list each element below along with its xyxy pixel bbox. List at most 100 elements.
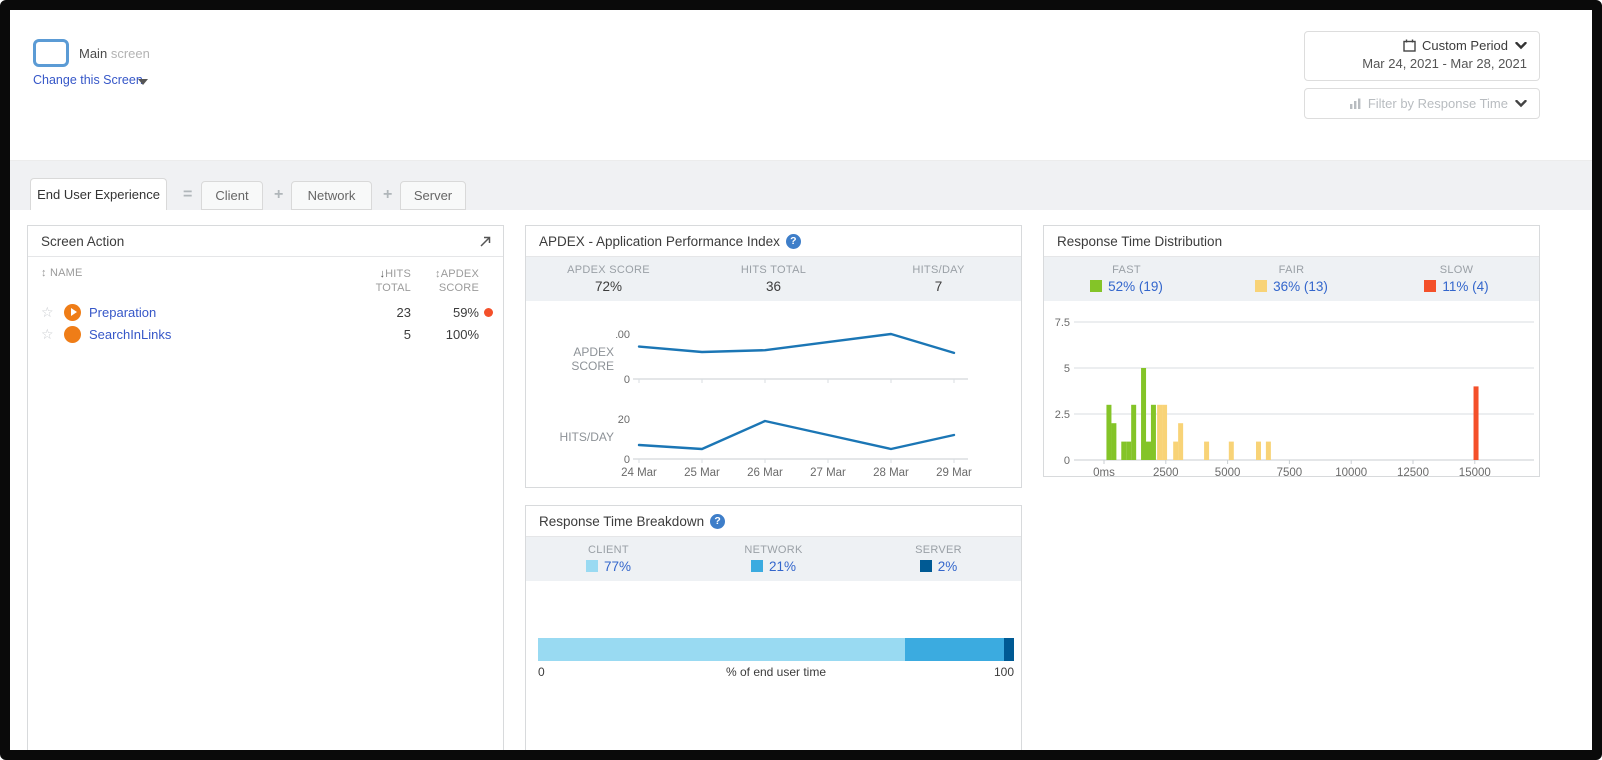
slow-stat-link[interactable]: 11% (4) bbox=[1424, 279, 1488, 294]
svg-text:0: 0 bbox=[1064, 455, 1070, 467]
filter-response-time-button[interactable]: Filter by Response Time bbox=[1304, 88, 1540, 119]
svg-text:10000: 10000 bbox=[1335, 467, 1367, 479]
apdex-panel-title: APDEX - Application Performance Index bbox=[539, 234, 780, 249]
client-swatch-icon bbox=[586, 560, 598, 572]
stat-label: APDEX SCORE bbox=[567, 264, 650, 276]
favorite-star-icon[interactable]: ☆ bbox=[41, 326, 56, 343]
filter-response-time-label: Filter by Response Time bbox=[1368, 96, 1508, 111]
svg-text:0ms: 0ms bbox=[1093, 467, 1115, 479]
custom-period-button[interactable]: Custom Period Mar 24, 2021 - Mar 28, 202… bbox=[1304, 31, 1540, 81]
svg-text:24 Mar: 24 Mar bbox=[621, 467, 657, 479]
svg-text:15000: 15000 bbox=[1459, 467, 1491, 479]
breakdown-segment-client bbox=[538, 638, 905, 661]
screen-title: Main screen bbox=[79, 46, 150, 61]
fair-swatch-icon bbox=[1255, 280, 1267, 292]
axis-max-label: 100 bbox=[994, 665, 1014, 679]
svg-text:12500: 12500 bbox=[1397, 467, 1429, 479]
stat-label: SERVER bbox=[915, 544, 962, 556]
svg-text:5000: 5000 bbox=[1215, 467, 1241, 479]
svg-text:7.5: 7.5 bbox=[1055, 317, 1070, 329]
screen-type-suffix: screen bbox=[111, 46, 150, 61]
slow-swatch-icon bbox=[1424, 280, 1436, 292]
fast-stat-link[interactable]: 52% (19) bbox=[1090, 279, 1163, 294]
action-play-circle-icon bbox=[64, 304, 81, 321]
breakdown-axis: 0 % of end user time 100 bbox=[538, 665, 1014, 679]
fast-swatch-icon bbox=[1090, 280, 1102, 292]
response-time-breakdown-panel: Response Time Breakdown ? CLIENT 77% NET… bbox=[525, 505, 1022, 755]
tab-separator-plus: + bbox=[274, 186, 283, 204]
svg-text:2.5: 2.5 bbox=[1055, 409, 1070, 421]
fair-stat-link[interactable]: 36% (13) bbox=[1255, 279, 1328, 294]
apdex-stats-row: APDEX SCORE 72% HITS TOTAL 36 HITS/DAY 7 bbox=[526, 257, 1021, 301]
tab-separator-plus: + bbox=[383, 186, 392, 204]
hits-per-day-stat: 7 bbox=[935, 279, 943, 294]
svg-text:29 Mar: 29 Mar bbox=[936, 467, 972, 479]
tab-network[interactable]: Network bbox=[291, 181, 372, 210]
svg-text:7500: 7500 bbox=[1277, 467, 1303, 479]
svg-text:27 Mar: 27 Mar bbox=[810, 467, 846, 479]
axis-title: % of end user time bbox=[538, 665, 1014, 679]
breakdown-segment-server bbox=[1004, 638, 1014, 661]
screen-action-title: Screen Action bbox=[41, 234, 124, 249]
network-stat-link[interactable]: 21% bbox=[751, 559, 796, 574]
svg-text:0: 0 bbox=[624, 374, 630, 386]
svg-text:5: 5 bbox=[1064, 363, 1070, 375]
expand-panel-icon[interactable] bbox=[477, 234, 491, 248]
stat-label: HITS TOTAL bbox=[741, 264, 806, 276]
custom-period-label: Custom Period bbox=[1422, 38, 1508, 53]
hits-per-day-line-chart: 02024 Mar25 Mar26 Mar27 Mar28 Mar29 Mar bbox=[616, 414, 1016, 497]
dashlet-tab-strip: End User Experience = Client + Network +… bbox=[10, 160, 1592, 210]
hits-total-stat: 36 bbox=[766, 279, 781, 294]
screen-thumbnail-icon bbox=[33, 39, 69, 67]
tab-end-user-experience[interactable]: End User Experience bbox=[30, 178, 167, 210]
server-stat-link[interactable]: 2% bbox=[920, 559, 958, 574]
help-icon[interactable]: ? bbox=[710, 514, 725, 529]
response-time-distribution-panel: Response Time Distribution FAST 52% (19)… bbox=[1043, 225, 1540, 477]
custom-period-range: Mar 24, 2021 - Mar 28, 2021 bbox=[1315, 56, 1527, 71]
screen-action-link[interactable]: SearchInLinks bbox=[89, 327, 171, 342]
tab-server[interactable]: Server bbox=[400, 181, 466, 210]
stat-label: CLIENT bbox=[588, 544, 629, 556]
column-header-hits-total[interactable]: ↓HITS TOTAL bbox=[365, 267, 411, 295]
apdex-score-value: 59% bbox=[423, 305, 479, 320]
apdex-score-line-chart: 0100 bbox=[616, 328, 1016, 391]
screen-action-column-headers: ↕ NAME ↓HITS TOTAL ↕APDEX SCORE bbox=[28, 257, 503, 301]
calendar-icon bbox=[1403, 39, 1416, 52]
stat-label: SLOW bbox=[1440, 264, 1474, 276]
sort-both-icon: ↕ bbox=[41, 267, 47, 279]
svg-text:26 Mar: 26 Mar bbox=[747, 467, 783, 479]
column-header-apdex-score[interactable]: ↕APDEX SCORE bbox=[423, 267, 479, 295]
svg-text:25 Mar: 25 Mar bbox=[684, 467, 720, 479]
apdex-score-row-label: APDEX SCORE bbox=[534, 345, 614, 373]
header-bar: Main screen Change this Screen Custom Pe… bbox=[10, 10, 1592, 160]
column-header-name[interactable]: ↕ NAME bbox=[41, 267, 365, 279]
help-icon[interactable]: ? bbox=[786, 234, 801, 249]
low-apdex-dot-icon bbox=[479, 308, 493, 317]
screen-action-link[interactable]: Preparation bbox=[89, 305, 156, 320]
chevron-down-icon bbox=[1515, 100, 1527, 108]
apdex-score-value: 100% bbox=[423, 327, 479, 342]
response-time-histogram: 02.557.50ms250050007500100001250015000 bbox=[1044, 311, 1541, 491]
client-stat-link[interactable]: 77% bbox=[586, 559, 631, 574]
network-swatch-icon bbox=[751, 560, 763, 572]
screenshot-frame: Main screen Change this Screen Custom Pe… bbox=[0, 0, 1602, 760]
breakdown-stacked-bar bbox=[538, 638, 1014, 661]
table-row[interactable]: ☆ SearchInLinks 5 100% bbox=[28, 323, 503, 345]
hits-total-value: 23 bbox=[365, 305, 411, 320]
dashboard-page: Main screen Change this Screen Custom Pe… bbox=[10, 10, 1592, 750]
change-screen-link[interactable]: Change this Screen bbox=[33, 73, 143, 87]
bar-chart-icon bbox=[1349, 98, 1362, 110]
stat-label: HITS/DAY bbox=[912, 264, 964, 276]
breakdown-stats-row: CLIENT 77% NETWORK 21% SERVER 2% bbox=[526, 537, 1021, 581]
stat-label: NETWORK bbox=[744, 544, 802, 556]
distribution-stats-row: FAST 52% (19) FAIR 36% (13) SLOW 11% (4) bbox=[1044, 257, 1539, 301]
table-row[interactable]: ☆ Preparation 23 59% bbox=[28, 301, 503, 323]
action-circle-icon bbox=[64, 326, 81, 343]
favorite-star-icon[interactable]: ☆ bbox=[41, 304, 56, 321]
tab-client[interactable]: Client bbox=[201, 181, 263, 210]
svg-text:20: 20 bbox=[618, 414, 630, 426]
screen-type-label: Main bbox=[79, 46, 107, 61]
breakdown-segment-network bbox=[905, 638, 1005, 661]
change-screen-caret-icon[interactable] bbox=[138, 79, 148, 85]
breakdown-panel-title: Response Time Breakdown bbox=[539, 514, 704, 529]
